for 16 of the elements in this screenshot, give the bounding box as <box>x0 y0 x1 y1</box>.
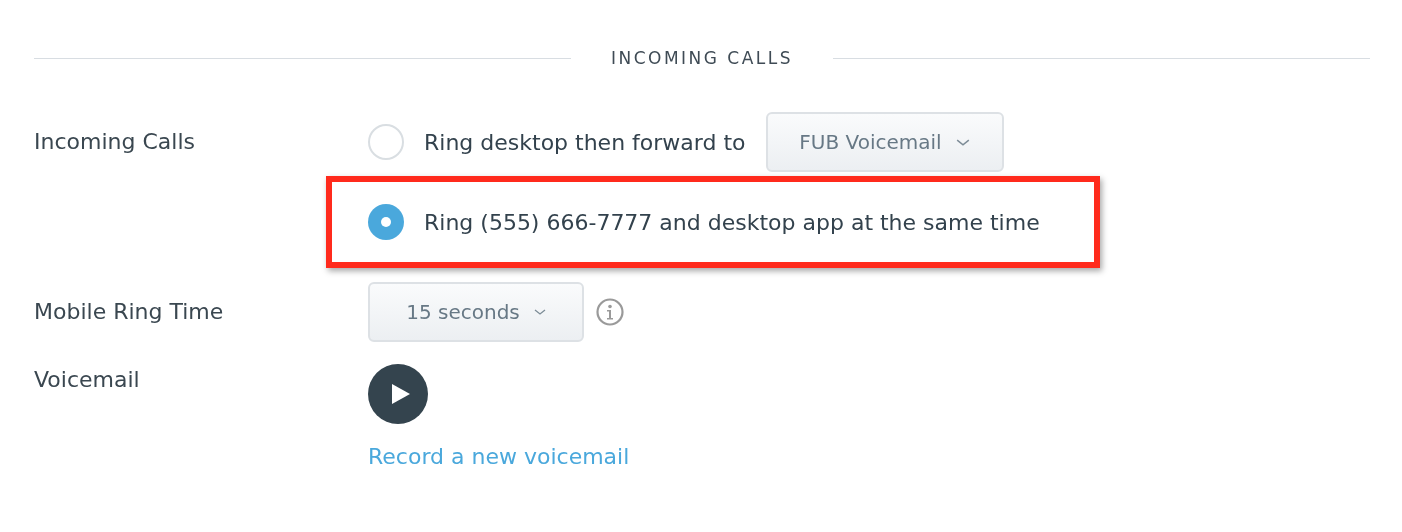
field-label: Incoming Calls <box>34 128 196 156</box>
field-label: Voicemail <box>34 366 141 394</box>
chevron-down-icon <box>955 138 970 146</box>
option-label: Ring desktop then forward to <box>424 129 746 155</box>
dropdown[interactable]: 15 seconds <box>368 282 584 342</box>
option-label: Ring (555) 666-7777 and desktop app at the same time <box>424 209 1040 235</box>
section-title: INCOMING CALLS <box>610 48 794 68</box>
chevron-down-icon <box>533 309 546 315</box>
info-icon[interactable] <box>596 298 624 326</box>
dropdown[interactable]: FUB Voicemail <box>765 112 1004 172</box>
radio-button[interactable] <box>368 204 404 240</box>
field-label: Mobile Ring Time <box>34 298 225 326</box>
play-icon <box>391 384 410 404</box>
radio-button[interactable] <box>368 124 404 160</box>
play-button[interactable] <box>368 364 428 424</box>
record-voicemail-link[interactable]: Record a new voicemail <box>368 444 630 469</box>
